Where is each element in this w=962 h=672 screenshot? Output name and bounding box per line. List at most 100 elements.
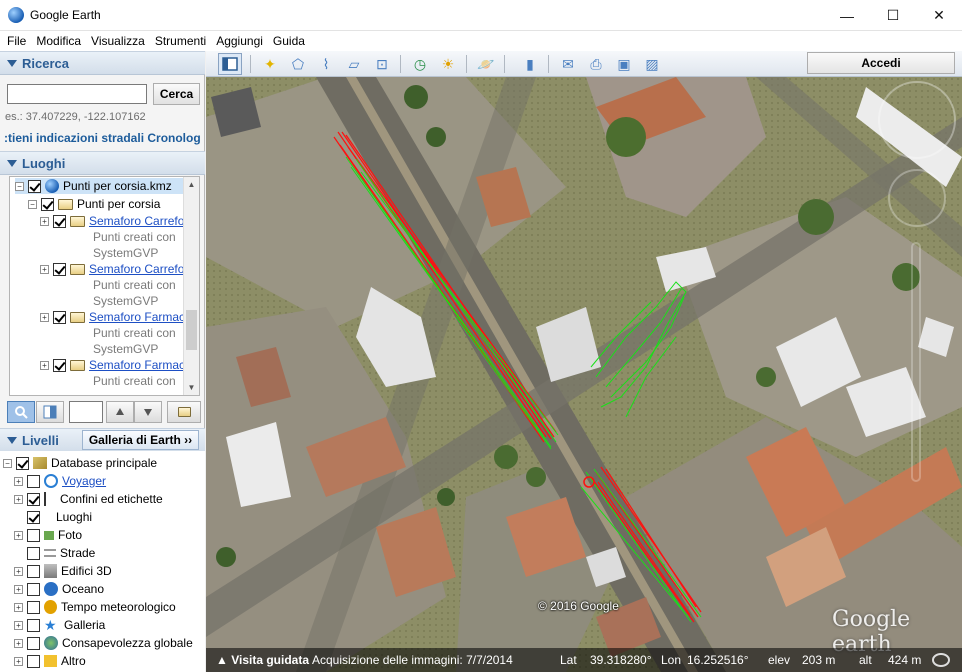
collapse-toggle[interactable]: − xyxy=(28,199,37,209)
checkbox[interactable] xyxy=(27,582,40,596)
expand-toggle[interactable]: + xyxy=(14,656,23,666)
add-polygon-button[interactable]: ⬠ xyxy=(286,53,310,75)
layer-row[interactable]: + Confini ed etichette xyxy=(14,490,163,508)
map-view[interactable]: © 2016 Google Google earth ▲ Visita guid… xyxy=(206,77,962,672)
ruler-button[interactable]: ▮ xyxy=(518,53,542,75)
places-header[interactable]: Luoghi xyxy=(0,151,205,175)
checkbox[interactable] xyxy=(27,636,40,650)
folder-menu-button[interactable] xyxy=(167,401,201,423)
tour-button[interactable]: ▲ Visita guidata xyxy=(216,653,309,667)
add-path-button[interactable]: ⌇ xyxy=(314,53,338,75)
sunlight-button[interactable]: ☀ xyxy=(436,53,460,75)
expand-toggle[interactable]: + xyxy=(14,602,23,612)
menu-strumenti[interactable]: Strumenti xyxy=(150,34,211,48)
search-places-button[interactable] xyxy=(7,401,35,423)
layer-row[interactable]: − Database principale xyxy=(3,454,157,472)
view-in-maps-button[interactable]: ▣ xyxy=(612,53,636,75)
scroll-up-icon[interactable]: ▲ xyxy=(184,177,199,192)
expand-toggle[interactable]: + xyxy=(14,638,23,648)
scroll-thumb[interactable] xyxy=(186,310,197,350)
tree-item-folder[interactable]: − Punti per corsia xyxy=(28,196,160,212)
checkbox[interactable] xyxy=(27,528,40,542)
collapse-toggle[interactable]: − xyxy=(15,181,24,191)
layer-row[interactable]: + ★ Galleria xyxy=(14,616,105,634)
checkbox[interactable] xyxy=(27,600,40,614)
move-down-button[interactable] xyxy=(134,401,162,423)
layer-label[interactable]: Voyager xyxy=(62,474,106,488)
checkbox[interactable] xyxy=(16,456,29,470)
checkbox[interactable] xyxy=(27,474,40,488)
navigation-compass[interactable] xyxy=(878,81,956,159)
layer-row[interactable]: + Edifici 3D xyxy=(14,562,112,580)
record-tour-button[interactable]: ⊡ xyxy=(370,53,394,75)
search-links[interactable]: :tieni indicazioni stradali Cronologia xyxy=(4,131,200,145)
expand-toggle[interactable]: + xyxy=(14,620,23,630)
menu-visualizza[interactable]: Visualizza xyxy=(86,34,150,48)
search-input[interactable] xyxy=(7,84,147,104)
checkbox[interactable] xyxy=(53,262,66,276)
expand-toggle[interactable]: + xyxy=(14,476,23,486)
layer-row[interactable]: + Voyager xyxy=(14,472,106,490)
add-placemark-button[interactable]: ✦ xyxy=(258,53,282,75)
earth-gallery-button[interactable]: Galleria di Earth ›› xyxy=(82,430,199,450)
collapse-toggle[interactable]: − xyxy=(3,458,12,468)
panel-toggle-button[interactable] xyxy=(36,401,64,423)
checkbox[interactable] xyxy=(53,358,66,372)
checkbox[interactable] xyxy=(28,179,41,193)
layer-row[interactable]: + Altro xyxy=(14,652,86,670)
checkbox[interactable] xyxy=(27,510,40,524)
move-up-button[interactable] xyxy=(106,401,134,423)
signin-button[interactable]: Accedi xyxy=(807,52,955,74)
expand-toggle[interactable]: + xyxy=(14,494,23,504)
expand-toggle[interactable]: + xyxy=(14,584,23,594)
checkbox[interactable] xyxy=(27,546,40,560)
add-overlay-button[interactable]: ▱ xyxy=(342,53,366,75)
layer-row[interactable]: + Consapevolezza globale xyxy=(14,634,193,652)
checkbox[interactable] xyxy=(27,618,40,632)
tree-scrollbar[interactable]: ▲ ▼ xyxy=(183,177,199,395)
zoom-slider[interactable] xyxy=(911,242,921,482)
print-button[interactable]: ⎙ xyxy=(584,53,608,75)
menu-modifica[interactable]: Modifica xyxy=(31,34,86,48)
email-button[interactable]: ✉ xyxy=(556,53,580,75)
expand-toggle[interactable]: + xyxy=(40,312,49,322)
tree-item-placemark[interactable]: + Semaforo Carrefour xyxy=(40,261,195,277)
tree-item-placemark[interactable]: + Semaforo Farmacia xyxy=(40,357,194,373)
tree-item-kmz[interactable]: − Punti per corsia.kmz xyxy=(15,178,183,194)
switch-planet-button[interactable]: 🪐 xyxy=(474,53,498,75)
tree-item-link[interactable]: Semaforo Farmacia xyxy=(89,310,194,324)
scroll-down-icon[interactable]: ▼ xyxy=(184,380,199,395)
minimize-button[interactable]: — xyxy=(824,0,870,31)
checkbox[interactable] xyxy=(27,654,40,668)
layer-row[interactable]: + Oceano xyxy=(14,580,104,598)
tree-item-placemark[interactable]: + Semaforo Carrefour xyxy=(40,213,195,229)
look-joystick[interactable] xyxy=(888,169,946,227)
tree-filter-input[interactable] xyxy=(69,401,103,423)
layer-row[interactable]: Strade xyxy=(27,544,95,562)
expand-toggle[interactable]: + xyxy=(14,566,23,576)
tree-item-link[interactable]: Semaforo Carrefour xyxy=(89,262,195,276)
sidebar-toggle-button[interactable] xyxy=(218,53,242,75)
expand-toggle[interactable]: + xyxy=(14,530,23,540)
expand-toggle[interactable]: + xyxy=(40,360,49,370)
layer-row[interactable]: + Foto xyxy=(14,526,82,544)
expand-toggle[interactable]: + xyxy=(40,264,49,274)
checkbox[interactable] xyxy=(27,492,40,506)
save-image-button[interactable]: ▨ xyxy=(640,53,664,75)
checkbox[interactable] xyxy=(41,197,54,211)
menu-aggiungi[interactable]: Aggiungi xyxy=(211,34,268,48)
checkbox[interactable] xyxy=(53,310,66,324)
layer-row[interactable]: + Tempo meteorologico xyxy=(14,598,176,616)
tree-item-placemark[interactable]: + Semaforo Farmacia xyxy=(40,309,194,325)
menu-guida[interactable]: Guida xyxy=(268,34,310,48)
tree-item-link[interactable]: Semaforo Farmacia xyxy=(89,358,194,372)
search-header[interactable]: Ricerca xyxy=(0,51,205,75)
historical-imagery-button[interactable]: ◷ xyxy=(408,53,432,75)
maximize-button[interactable]: ☐ xyxy=(870,0,916,31)
tree-item-link[interactable]: Semaforo Carrefour xyxy=(89,214,195,228)
expand-toggle[interactable]: + xyxy=(40,216,49,226)
layer-row[interactable]: Luoghi xyxy=(27,508,92,526)
close-button[interactable]: ✕ xyxy=(916,0,962,31)
checkbox[interactable] xyxy=(53,214,66,228)
menu-file[interactable]: File xyxy=(2,34,31,48)
